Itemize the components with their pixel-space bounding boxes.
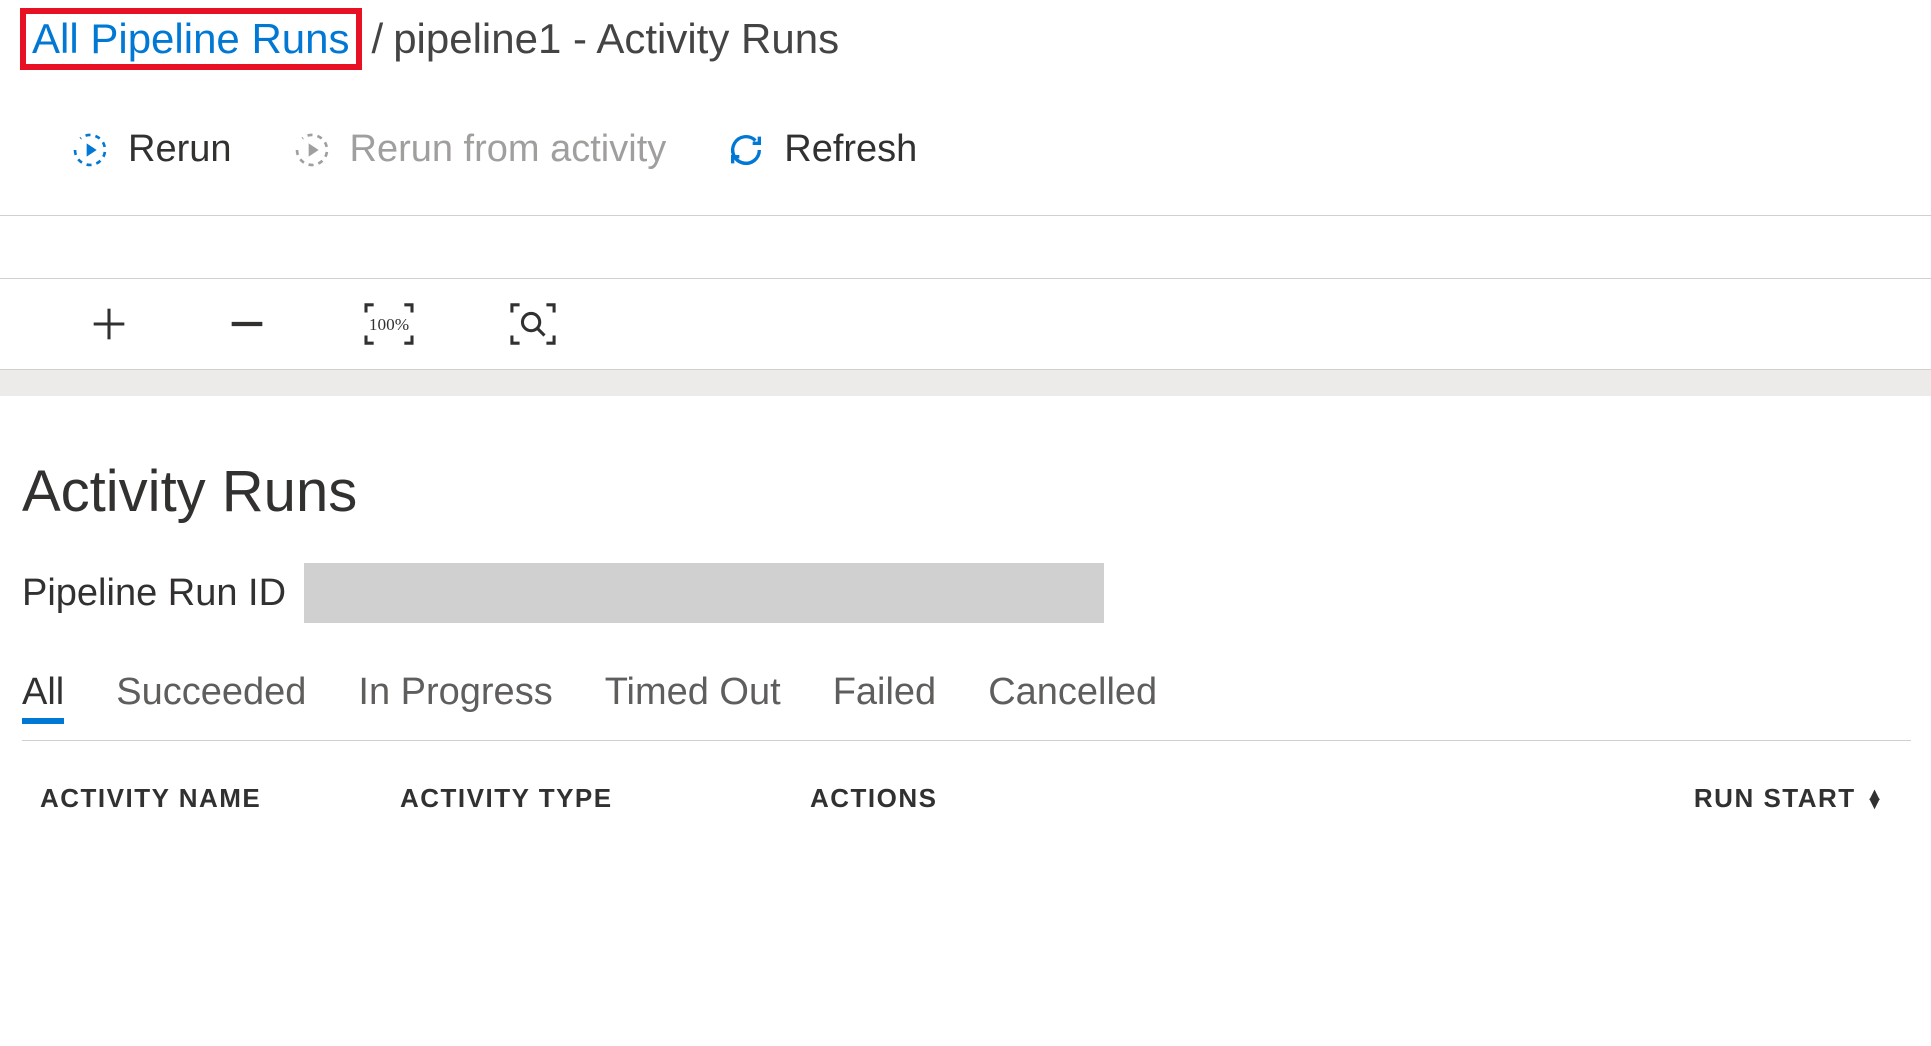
filter-tabs: All Succeeded In Progress Timed Out Fail…	[22, 671, 1911, 741]
filter-tab-all[interactable]: All	[22, 671, 64, 724]
rerun-from-activity-button: Rerun from activity	[292, 128, 667, 171]
refresh-button-label: Refresh	[784, 128, 917, 171]
rerun-button[interactable]: Rerun	[70, 128, 232, 171]
column-header-actions[interactable]: ACTIONS	[810, 783, 1280, 814]
zoom-reset-button[interactable]: 100%	[362, 301, 416, 347]
zoom-in-button[interactable]	[86, 301, 132, 347]
filter-tab-timed-out[interactable]: Timed Out	[605, 671, 781, 718]
column-header-activity-name[interactable]: ACTIVITY NAME	[40, 783, 400, 814]
refresh-icon	[726, 130, 766, 170]
rerun-from-activity-icon	[292, 130, 332, 170]
zoom-out-button[interactable]	[224, 301, 270, 347]
section-title: Activity Runs	[22, 458, 1911, 525]
breadcrumb-separator: /	[372, 15, 384, 63]
toolbar: Rerun Rerun from activity Refresh	[0, 84, 1931, 216]
rerun-icon	[70, 130, 110, 170]
canvas-toolbar: 100%	[0, 278, 1931, 370]
rerun-from-activity-button-label: Rerun from activity	[350, 128, 667, 171]
filter-tab-failed[interactable]: Failed	[833, 671, 937, 718]
pipeline-run-id-value	[304, 563, 1104, 623]
breadcrumb-link-all-pipeline-runs[interactable]: All Pipeline Runs	[20, 8, 362, 70]
canvas-divider	[0, 370, 1931, 396]
column-header-run-start-label: RUN START	[1694, 783, 1856, 814]
filter-tab-in-progress[interactable]: In Progress	[358, 671, 552, 718]
column-header-activity-type[interactable]: ACTIVITY TYPE	[400, 783, 810, 814]
zoom-reset-label: 100%	[369, 315, 409, 334]
filter-tab-succeeded[interactable]: Succeeded	[116, 671, 306, 718]
filter-tab-cancelled[interactable]: Cancelled	[988, 671, 1157, 718]
column-header-run-start[interactable]: RUN START ▲▼	[1280, 783, 1893, 814]
sort-icon: ▲▼	[1866, 790, 1885, 808]
zoom-to-fit-button[interactable]	[508, 301, 558, 347]
breadcrumb-current: pipeline1 - Activity Runs	[393, 15, 839, 63]
breadcrumb: All Pipeline Runs / pipeline1 - Activity…	[0, 0, 1931, 84]
pipeline-run-id-label: Pipeline Run ID	[22, 572, 286, 615]
pipeline-run-id-row: Pipeline Run ID	[22, 563, 1911, 623]
rerun-button-label: Rerun	[128, 128, 232, 171]
table-header: ACTIVITY NAME ACTIVITY TYPE ACTIONS RUN …	[22, 741, 1911, 814]
activity-runs-section: Activity Runs Pipeline Run ID All Succee…	[0, 396, 1931, 814]
refresh-button[interactable]: Refresh	[726, 128, 917, 171]
